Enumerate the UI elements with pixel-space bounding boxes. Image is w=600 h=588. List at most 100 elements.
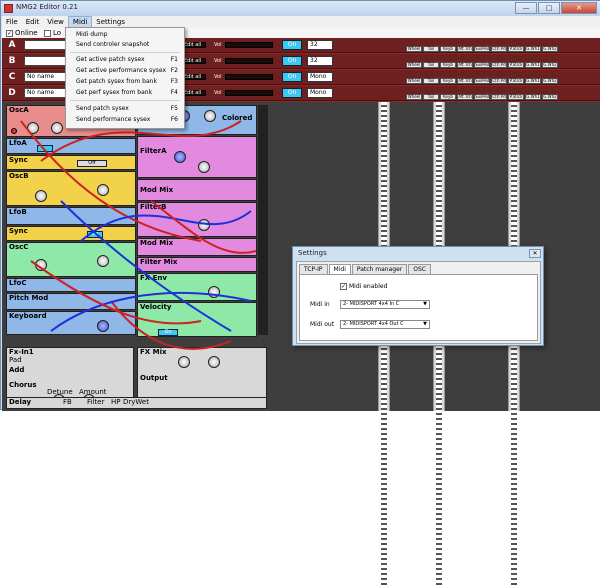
second-checkbox[interactable]: [44, 29, 51, 37]
knob[interactable]: [178, 356, 190, 368]
slot-voices-select[interactable]: 32: [307, 56, 333, 66]
knob[interactable]: [208, 286, 220, 298]
slot-tag[interactable]: G.Wh2: [542, 78, 558, 84]
second-checkbox-wrap[interactable]: Lo: [44, 29, 61, 37]
module-lfoc[interactable]: LfoC: [6, 278, 136, 292]
slot-tag[interactable]: Wheel: [406, 78, 422, 84]
module-keyboard[interactable]: Keyboard: [6, 311, 136, 335]
slot-tag[interactable]: Wheel: [406, 94, 422, 100]
module-mod-mix[interactable]: Mod Mix: [137, 179, 257, 201]
slot-tag[interactable]: Tail: [423, 78, 439, 84]
online-checkbox-wrap[interactable]: ✓ Online: [6, 29, 38, 37]
tab-osc[interactable]: OSC: [408, 264, 431, 274]
module-pitch-mod[interactable]: Pitch Mod: [6, 293, 136, 310]
slot-tag[interactable]: P.Stick: [508, 78, 524, 84]
menu-item-get-patch-from-bank[interactable]: Get patch sysex from bank F3: [66, 77, 184, 87]
slot-tag[interactable]: SusPed: [474, 78, 490, 84]
menu-item-get-active-patch[interactable]: Get active patch sysex F1: [66, 55, 184, 65]
slot-tag[interactable]: SusPed: [474, 94, 490, 100]
module-filterb[interactable]: FilterB: [137, 202, 257, 237]
slot-tag[interactable]: Ctrl.Pd: [491, 94, 507, 100]
module-lfob[interactable]: LfoB: [6, 207, 136, 225]
fx-area[interactable]: Fx-In1 Pad Add Chorus Detune Amount FX M…: [2, 345, 600, 588]
slot-tag[interactable]: Keyb: [440, 62, 456, 68]
edit-all-box[interactable]: Edit all: [182, 42, 206, 48]
module-sync-2[interactable]: Sync On: [6, 226, 136, 241]
volume-bar[interactable]: Vol: [214, 42, 273, 48]
knob[interactable]: [198, 161, 210, 173]
slot-tag[interactable]: SusPed: [474, 46, 490, 52]
close-button[interactable]: ✕: [561, 2, 597, 14]
knob[interactable]: [35, 259, 47, 271]
module-delay[interactable]: Delay FB Filter HP DryWet: [6, 397, 267, 409]
dialog-close-button[interactable]: ✕: [529, 249, 541, 258]
slot-tag[interactable]: SusPed: [474, 62, 490, 68]
slot-tag[interactable]: P.Stick: [508, 62, 524, 68]
menu-item-get-perf-from-bank[interactable]: Get perf sysex from bank F4: [66, 88, 184, 98]
slot-tag[interactable]: Tail: [423, 46, 439, 52]
slot-tag[interactable]: G.Wh1: [525, 62, 541, 68]
slot-on-button[interactable]: On: [282, 72, 302, 82]
slot-tag[interactable]: Tail: [423, 62, 439, 68]
midi-enabled-checkbox[interactable]: ✓: [340, 283, 347, 290]
edit-all-box[interactable]: Edit all: [182, 58, 206, 64]
slot-tag[interactable]: Aft.Tch: [457, 46, 473, 52]
menu-item-send-performance[interactable]: Send performance sysex F6: [66, 115, 184, 125]
menu-item-get-active-performance[interactable]: Get active performance sysex F2: [66, 66, 184, 76]
knob[interactable]: [27, 122, 39, 134]
midi-out-select[interactable]: 2- MIDISPORT 4x4 Out C ▼: [340, 320, 430, 329]
slot-tag[interactable]: Ctrl.Pd: [491, 78, 507, 84]
module-velocity[interactable]: Velocity On: [137, 302, 257, 337]
module-mod-mix-2[interactable]: Mod Mix: [137, 238, 257, 256]
slot-tag[interactable]: G.Wh1: [525, 78, 541, 84]
tab-patch-manager[interactable]: Patch manager: [351, 264, 408, 274]
module-lfoa[interactable]: LfoA: [6, 138, 136, 154]
slot-tag[interactable]: Ctrl.Pd: [491, 62, 507, 68]
module-oscc[interactable]: OscC: [6, 242, 136, 277]
knob[interactable]: [208, 356, 220, 368]
slot-voices-select[interactable]: Mono: [307, 72, 333, 82]
slot-tag[interactable]: G.Wh1: [525, 94, 541, 100]
slot-tag[interactable]: Wheel: [406, 62, 422, 68]
menu-item-send-snapshot[interactable]: Send controler snapshot: [66, 40, 184, 50]
slot-on-button[interactable]: On: [282, 88, 302, 98]
module-filter-mix[interactable]: Filter Mix: [137, 257, 257, 272]
slot-tag[interactable]: Aft.Tch: [457, 62, 473, 68]
slot-tag[interactable]: Tail: [423, 94, 439, 100]
slot-on-button[interactable]: On: [282, 56, 302, 66]
knob[interactable]: [204, 110, 216, 122]
mono-button[interactable]: [37, 145, 53, 152]
knob[interactable]: [35, 190, 47, 202]
module-sync[interactable]: Sync Off: [6, 155, 136, 170]
off-button[interactable]: Off: [77, 160, 107, 167]
knob[interactable]: [97, 320, 109, 332]
slot-tag[interactable]: Keyb: [440, 94, 456, 100]
slot-tag[interactable]: Aft.Tch: [457, 78, 473, 84]
slot-tag[interactable]: G.Wh1: [525, 46, 541, 52]
on-button[interactable]: On: [87, 231, 103, 238]
edit-all-box[interactable]: Edit all: [182, 74, 206, 80]
menu-edit[interactable]: Edit: [22, 16, 44, 28]
jack[interactable]: [11, 128, 17, 134]
slot-tag[interactable]: Aft.Tch: [457, 94, 473, 100]
slot-tag[interactable]: Keyb: [440, 46, 456, 52]
on-button[interactable]: On: [158, 329, 178, 336]
knob[interactable]: [51, 122, 63, 134]
slot-on-button[interactable]: On: [282, 40, 302, 50]
slot-tag[interactable]: G.Wh2: [542, 62, 558, 68]
volume-bar[interactable]: Vol: [214, 74, 273, 80]
minimize-button[interactable]: —: [515, 2, 537, 14]
maximize-button[interactable]: □: [538, 2, 560, 14]
slot-tag[interactable]: Keyb: [440, 78, 456, 84]
midi-enabled-row[interactable]: ✓ Midi enabled: [340, 283, 387, 290]
menu-item-midi-dump[interactable]: Midi dump: [66, 30, 184, 40]
knob[interactable]: [174, 151, 186, 163]
volume-bar[interactable]: Vol: [214, 58, 273, 64]
slot-tag[interactable]: G.Wh2: [542, 46, 558, 52]
menu-file[interactable]: File: [2, 16, 22, 28]
slot-tag[interactable]: Wheel: [406, 46, 422, 52]
output-jack-strip[interactable]: [258, 105, 268, 335]
slot-tag[interactable]: P.Stick: [508, 46, 524, 52]
edit-all-box[interactable]: Edit all: [182, 90, 206, 96]
slot-tag[interactable]: G.Wh2: [542, 94, 558, 100]
